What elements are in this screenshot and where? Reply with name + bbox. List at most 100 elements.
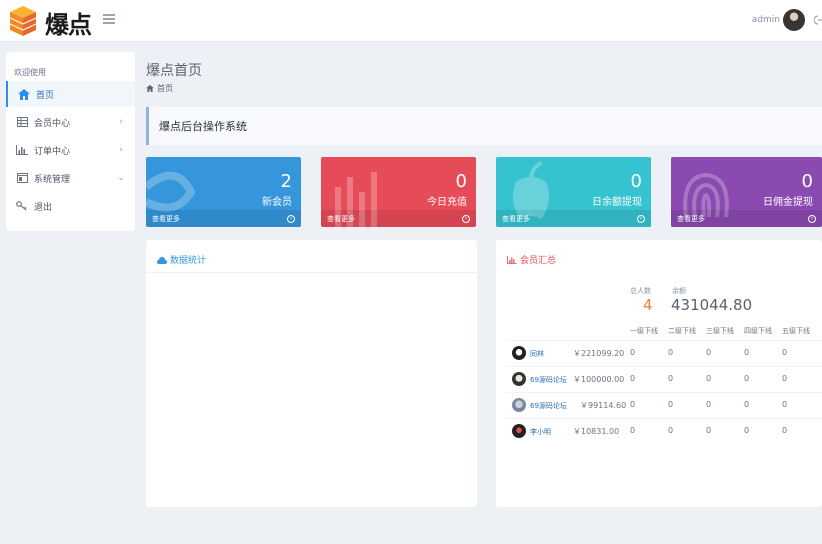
level-count: 0 <box>706 400 712 409</box>
page-title: 爆点首页 <box>146 63 202 79</box>
more-label: 查看更多 <box>152 214 180 223</box>
stat-label: 日余额提现 <box>592 197 642 208</box>
stat-more-link[interactable]: 查看更多 › <box>671 210 822 227</box>
column-header: 四级下线 <box>744 327 772 335</box>
level-count: 0 <box>668 348 674 357</box>
stat-label: 新会员 <box>262 197 292 208</box>
breadcrumb-home-link[interactable]: 首页 <box>157 83 173 94</box>
arrow-right-icon: › <box>808 214 816 223</box>
level-count: 0 <box>782 426 788 435</box>
member-name[interactable]: 同林 <box>530 349 544 359</box>
level-count: 0 <box>630 426 636 435</box>
divider <box>506 418 822 419</box>
level-count: 0 <box>630 348 636 357</box>
sidebar-item-label: 退出 <box>34 202 53 213</box>
member-avatar <box>512 424 526 438</box>
top-bar: 爆点 admin <box>0 0 822 42</box>
sidebar-item-label: 系统管理 <box>34 174 71 185</box>
stat-label: 日佣金提现 <box>763 197 813 208</box>
panel-title: 会员汇总 <box>507 253 556 266</box>
panel-title-text: 数据统计 <box>170 256 207 266</box>
more-label: 查看更多 <box>327 214 355 223</box>
sidebar-item-orders[interactable]: 订单中心 › <box>6 137 135 163</box>
member-avatar <box>512 372 526 386</box>
stat-more-link[interactable]: 查看更多 › <box>146 210 301 227</box>
stat-label: 今日充值 <box>427 197 467 208</box>
stat-value: 0 <box>630 171 642 192</box>
logout-icon[interactable] <box>814 15 822 25</box>
column-header: 一级下线 <box>630 327 658 335</box>
divider <box>506 340 822 341</box>
stat-value: 0 <box>801 171 813 192</box>
stat-value: 2 <box>280 171 292 192</box>
data-stats-panel: 数据统计 <box>146 240 477 507</box>
menu-toggle-button[interactable] <box>103 14 115 25</box>
balance-value: 431044.80 <box>671 296 753 314</box>
divider <box>506 366 822 367</box>
sidebar-item-system[interactable]: 系统管理 ⌄ <box>6 165 135 191</box>
member-avatar <box>512 346 526 360</box>
level-count: 0 <box>744 348 750 357</box>
panel-title-text: 会员汇总 <box>520 256 557 266</box>
level-count: 0 <box>744 426 750 435</box>
breadcrumb: 首页 <box>146 83 173 94</box>
stat-card-today-recharge: 0 今日充值 查看更多 › <box>321 157 476 227</box>
member-name[interactable]: 69源码论坛 <box>530 375 567 385</box>
table-icon <box>16 116 28 128</box>
home-icon <box>18 88 30 100</box>
level-count: 0 <box>630 374 636 383</box>
member-amount: ￥99114.60 <box>580 401 627 410</box>
column-header: 二级下线 <box>668 327 696 335</box>
bar-chart-icon <box>16 144 28 156</box>
brand-name: 爆点 <box>45 11 92 39</box>
member-amount: ￥221099.20 <box>573 349 625 358</box>
level-count: 0 <box>668 374 674 383</box>
balance-label: 余额 <box>672 287 686 295</box>
stat-more-link[interactable]: 查看更多 › <box>321 210 476 227</box>
member-summary-panel: 会员汇总 <box>496 240 822 507</box>
sidebar-item-label: 会员中心 <box>34 118 71 129</box>
level-count: 0 <box>782 400 788 409</box>
notice-bar: 爆点后台操作系统 <box>146 107 822 145</box>
chevron-right-icon: › <box>119 117 123 127</box>
total-label: 总人数 <box>630 287 651 295</box>
column-header: 五级下线 <box>782 327 810 335</box>
member-avatar <box>512 398 526 412</box>
sidebar-item-home[interactable]: 首页 <box>6 81 135 107</box>
level-count: 0 <box>706 348 712 357</box>
arrow-right-icon: › <box>637 214 645 223</box>
level-count: 0 <box>782 348 788 357</box>
level-count: 0 <box>744 374 750 383</box>
stat-value: 0 <box>455 171 467 192</box>
chevron-down-icon: ⌄ <box>117 173 125 183</box>
divider <box>146 272 477 273</box>
stat-more-link[interactable]: 查看更多 › <box>496 210 651 227</box>
logo-icon <box>9 6 37 36</box>
sidebar-item-label: 订单中心 <box>34 146 71 157</box>
member-name[interactable]: 李小明 <box>530 427 551 437</box>
member-amount: ￥100000.00 <box>573 375 625 384</box>
stat-card-new-members: 2 新会员 查看更多 › <box>146 157 301 227</box>
chevron-right-icon: › <box>119 145 123 155</box>
sidebar: 欢迎使用 首页 会员中心 › 订单中心 › 系统管理 ⌄ 退出 <box>6 52 135 231</box>
stat-card-commission-withdraw: 0 日佣金提现 查看更多 › <box>671 157 822 227</box>
divider <box>506 392 822 393</box>
window-icon <box>16 172 28 184</box>
level-count: 0 <box>706 426 712 435</box>
sidebar-item-logout[interactable]: 退出 <box>6 193 135 219</box>
arrow-right-icon: › <box>462 214 470 223</box>
more-label: 查看更多 <box>677 214 705 223</box>
arrow-right-icon: › <box>287 214 295 223</box>
sidebar-item-label: 首页 <box>36 90 55 101</box>
user-name[interactable]: admin <box>736 15 780 25</box>
sidebar-welcome: 欢迎使用 <box>14 68 46 77</box>
sidebar-item-members[interactable]: 会员中心 › <box>6 109 135 135</box>
member-amount: ￥10831.00 <box>573 427 620 436</box>
total-value: 4 <box>643 296 653 314</box>
notice-text: 爆点后台操作系统 <box>159 120 247 133</box>
level-count: 0 <box>668 426 674 435</box>
member-name[interactable]: 69源码论坛 <box>530 401 567 411</box>
avatar[interactable] <box>783 9 805 31</box>
level-count: 0 <box>668 400 674 409</box>
bar-chart-icon <box>507 255 517 264</box>
